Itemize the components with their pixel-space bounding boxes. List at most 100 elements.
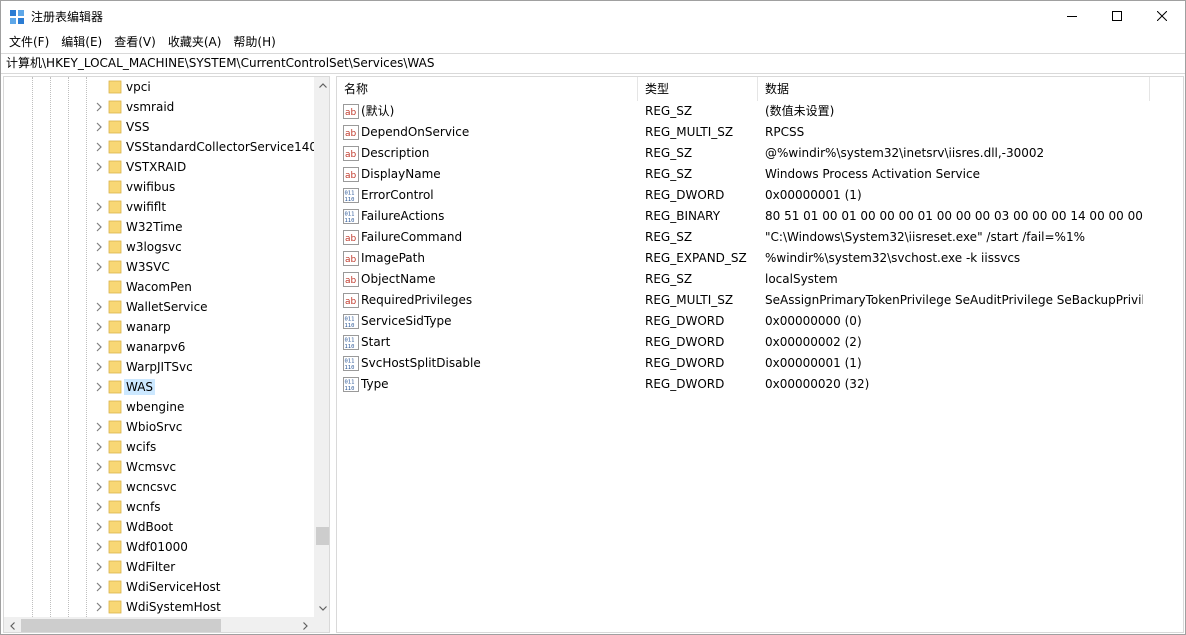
tree-item[interactable]: wcifs bbox=[4, 437, 314, 457]
expand-chevron-icon[interactable] bbox=[94, 462, 104, 472]
tree-item[interactable]: wanarp bbox=[4, 317, 314, 337]
expand-chevron-icon[interactable] bbox=[94, 502, 104, 512]
maximize-button[interactable] bbox=[1094, 1, 1140, 31]
tree-item[interactable]: WbioSrvc bbox=[4, 417, 314, 437]
expand-chevron-icon[interactable] bbox=[94, 542, 104, 552]
value-row[interactable]: 011 110 Start REG_DWORD 0x00000002 (2) bbox=[337, 332, 1183, 353]
expand-chevron-icon[interactable] bbox=[94, 302, 104, 312]
close-button[interactable] bbox=[1139, 1, 1185, 31]
string-value-icon: ab bbox=[343, 251, 359, 266]
tree-item[interactable]: Wcmsvc bbox=[4, 457, 314, 477]
menu-edit[interactable]: 编辑(E) bbox=[55, 32, 108, 52]
tree-item[interactable]: wbengine bbox=[4, 397, 314, 417]
tree-item[interactable]: W3SVC bbox=[4, 257, 314, 277]
value-type: REG_SZ bbox=[645, 230, 693, 244]
value-row[interactable]: 011 110 Type REG_DWORD 0x00000020 (32) bbox=[337, 374, 1183, 395]
tree-item[interactable]: vwifibus bbox=[4, 177, 314, 197]
expand-chevron-icon[interactable] bbox=[94, 602, 104, 612]
menu-help[interactable]: 帮助(H) bbox=[227, 32, 281, 52]
tree-item[interactable]: VSStandardCollectorService140 bbox=[4, 137, 314, 157]
minimize-button[interactable] bbox=[1049, 1, 1095, 31]
tree-item-label: wcncsvc bbox=[126, 480, 177, 494]
expand-chevron-icon[interactable] bbox=[94, 582, 104, 592]
tree-item[interactable]: WdBoot bbox=[4, 517, 314, 537]
menu-file[interactable]: 文件(F) bbox=[3, 32, 55, 52]
value-row[interactable]: ab (默认) REG_SZ (数值未设置) bbox=[337, 101, 1183, 122]
expand-chevron-icon[interactable] bbox=[94, 162, 104, 172]
value-row[interactable]: ab ImagePath REG_EXPAND_SZ %windir%\system3… bbox=[337, 248, 1183, 269]
tree-item[interactable]: WdiServiceHost bbox=[4, 577, 314, 597]
scroll-up-button[interactable] bbox=[314, 77, 329, 94]
address-bar[interactable]: 计算机\HKEY_LOCAL_MACHINE\SYSTEM\CurrentCon… bbox=[1, 53, 1185, 74]
value-list[interactable]: 名称 类型 数据 ab (默认) REG_SZ (数值未设置) ab DependOnSe… bbox=[336, 76, 1184, 633]
value-row[interactable]: 011 110 SvcHostSplitDisable REG_DWORD 0x0000… bbox=[337, 353, 1183, 374]
value-row[interactable]: ab RequiredPrivileges REG_MULTI_SZ SeAssign… bbox=[337, 290, 1183, 311]
tree-item[interactable]: WdFilter bbox=[4, 557, 314, 577]
expand-chevron-icon[interactable] bbox=[94, 362, 104, 372]
column-header-data[interactable]: 数据 bbox=[758, 77, 1150, 101]
expand-chevron-icon[interactable] bbox=[94, 102, 104, 112]
tree-item[interactable]: WarpJITSvc bbox=[4, 357, 314, 377]
menu-favorites[interactable]: 收藏夹(A) bbox=[162, 32, 228, 52]
svg-text:110: 110 bbox=[345, 218, 355, 224]
tree-item[interactable]: VSS bbox=[4, 117, 314, 137]
key-tree[interactable]: vpci vsmraid VSS VSStandardCollectorService… bbox=[3, 76, 330, 633]
value-row[interactable]: ab Description REG_SZ @%windir%\system32\in… bbox=[337, 143, 1183, 164]
expand-chevron-icon[interactable] bbox=[94, 202, 104, 212]
tree-item[interactable]: W32Time bbox=[4, 217, 314, 237]
column-header-type[interactable]: 类型 bbox=[638, 77, 758, 101]
tree-item[interactable]: WdiSystemHost bbox=[4, 597, 314, 617]
title-bar[interactable]: 注册表编辑器 bbox=[1, 1, 1185, 31]
value-row[interactable]: ab FailureCommand REG_SZ "C:\Windows\System… bbox=[337, 227, 1183, 248]
scroll-down-button[interactable] bbox=[314, 600, 329, 617]
scroll-thumb[interactable] bbox=[21, 619, 221, 632]
expand-chevron-icon[interactable] bbox=[94, 442, 104, 452]
tree-item-label: wbengine bbox=[126, 400, 185, 414]
expand-chevron-icon[interactable] bbox=[94, 482, 104, 492]
expand-chevron-icon[interactable] bbox=[94, 562, 104, 572]
menu-view[interactable]: 查看(V) bbox=[108, 32, 162, 52]
tree-vertical-scrollbar[interactable] bbox=[314, 77, 329, 617]
expand-chevron-icon[interactable] bbox=[94, 142, 104, 152]
tree-item[interactable]: WAS bbox=[4, 377, 314, 397]
tree-item[interactable]: w3logsvc bbox=[4, 237, 314, 257]
value-row[interactable]: ab ObjectName REG_SZ localSystem bbox=[337, 269, 1183, 290]
value-type: REG_EXPAND_SZ bbox=[645, 251, 747, 265]
tree-item[interactable]: wcncsvc bbox=[4, 477, 314, 497]
expand-chevron-icon[interactable] bbox=[94, 342, 104, 352]
value-row[interactable]: 011 110 ServiceSidType REG_DWORD 0x00000000 … bbox=[337, 311, 1183, 332]
tree-item[interactable]: wanarpv6 bbox=[4, 337, 314, 357]
value-type: REG_SZ bbox=[645, 272, 693, 286]
tree-horizontal-scrollbar[interactable] bbox=[4, 617, 314, 632]
column-header-name[interactable]: 名称 bbox=[337, 77, 638, 101]
expand-chevron-icon[interactable] bbox=[94, 322, 104, 332]
binary-value-icon: 011110 bbox=[343, 335, 359, 350]
tree-item[interactable]: WacomPen bbox=[4, 277, 314, 297]
value-row[interactable]: 011 110 FailureActions REG_BINARY 80 51 01 0… bbox=[337, 206, 1183, 227]
expand-chevron-icon[interactable] bbox=[94, 422, 104, 432]
value-row[interactable]: 011 110 ErrorControl REG_DWORD 0x00000001 (1… bbox=[337, 185, 1183, 206]
expand-chevron-icon[interactable] bbox=[94, 382, 104, 392]
value-data: 0x00000020 (32) bbox=[765, 377, 870, 391]
tree-item[interactable]: vsmraid bbox=[4, 97, 314, 117]
value-name: ServiceSidType bbox=[361, 314, 452, 328]
tree-item[interactable]: wcnfs bbox=[4, 497, 314, 517]
expand-chevron-icon[interactable] bbox=[94, 522, 104, 532]
expand-chevron-icon[interactable] bbox=[94, 262, 104, 272]
value-row[interactable]: ab DependOnService REG_MULTI_SZ RPCSS bbox=[337, 122, 1183, 143]
tree-item[interactable]: WalletService bbox=[4, 297, 314, 317]
tree-item[interactable]: VSTXRAID bbox=[4, 157, 314, 177]
expand-chevron-icon[interactable] bbox=[94, 122, 104, 132]
scroll-left-button[interactable] bbox=[4, 617, 21, 632]
scroll-right-button[interactable] bbox=[297, 617, 314, 632]
scroll-thumb[interactable] bbox=[316, 527, 329, 545]
expand-chevron-icon[interactable] bbox=[94, 242, 104, 252]
folder-icon bbox=[108, 300, 122, 314]
folder-icon bbox=[108, 260, 122, 274]
tree-item[interactable]: vpci bbox=[4, 77, 314, 97]
tree-item[interactable]: Wdf01000 bbox=[4, 537, 314, 557]
value-row[interactable]: ab DisplayName REG_SZ Windows Process Activ… bbox=[337, 164, 1183, 185]
tree-item[interactable]: vwififlt bbox=[4, 197, 314, 217]
folder-icon bbox=[108, 180, 122, 194]
expand-chevron-icon[interactable] bbox=[94, 222, 104, 232]
